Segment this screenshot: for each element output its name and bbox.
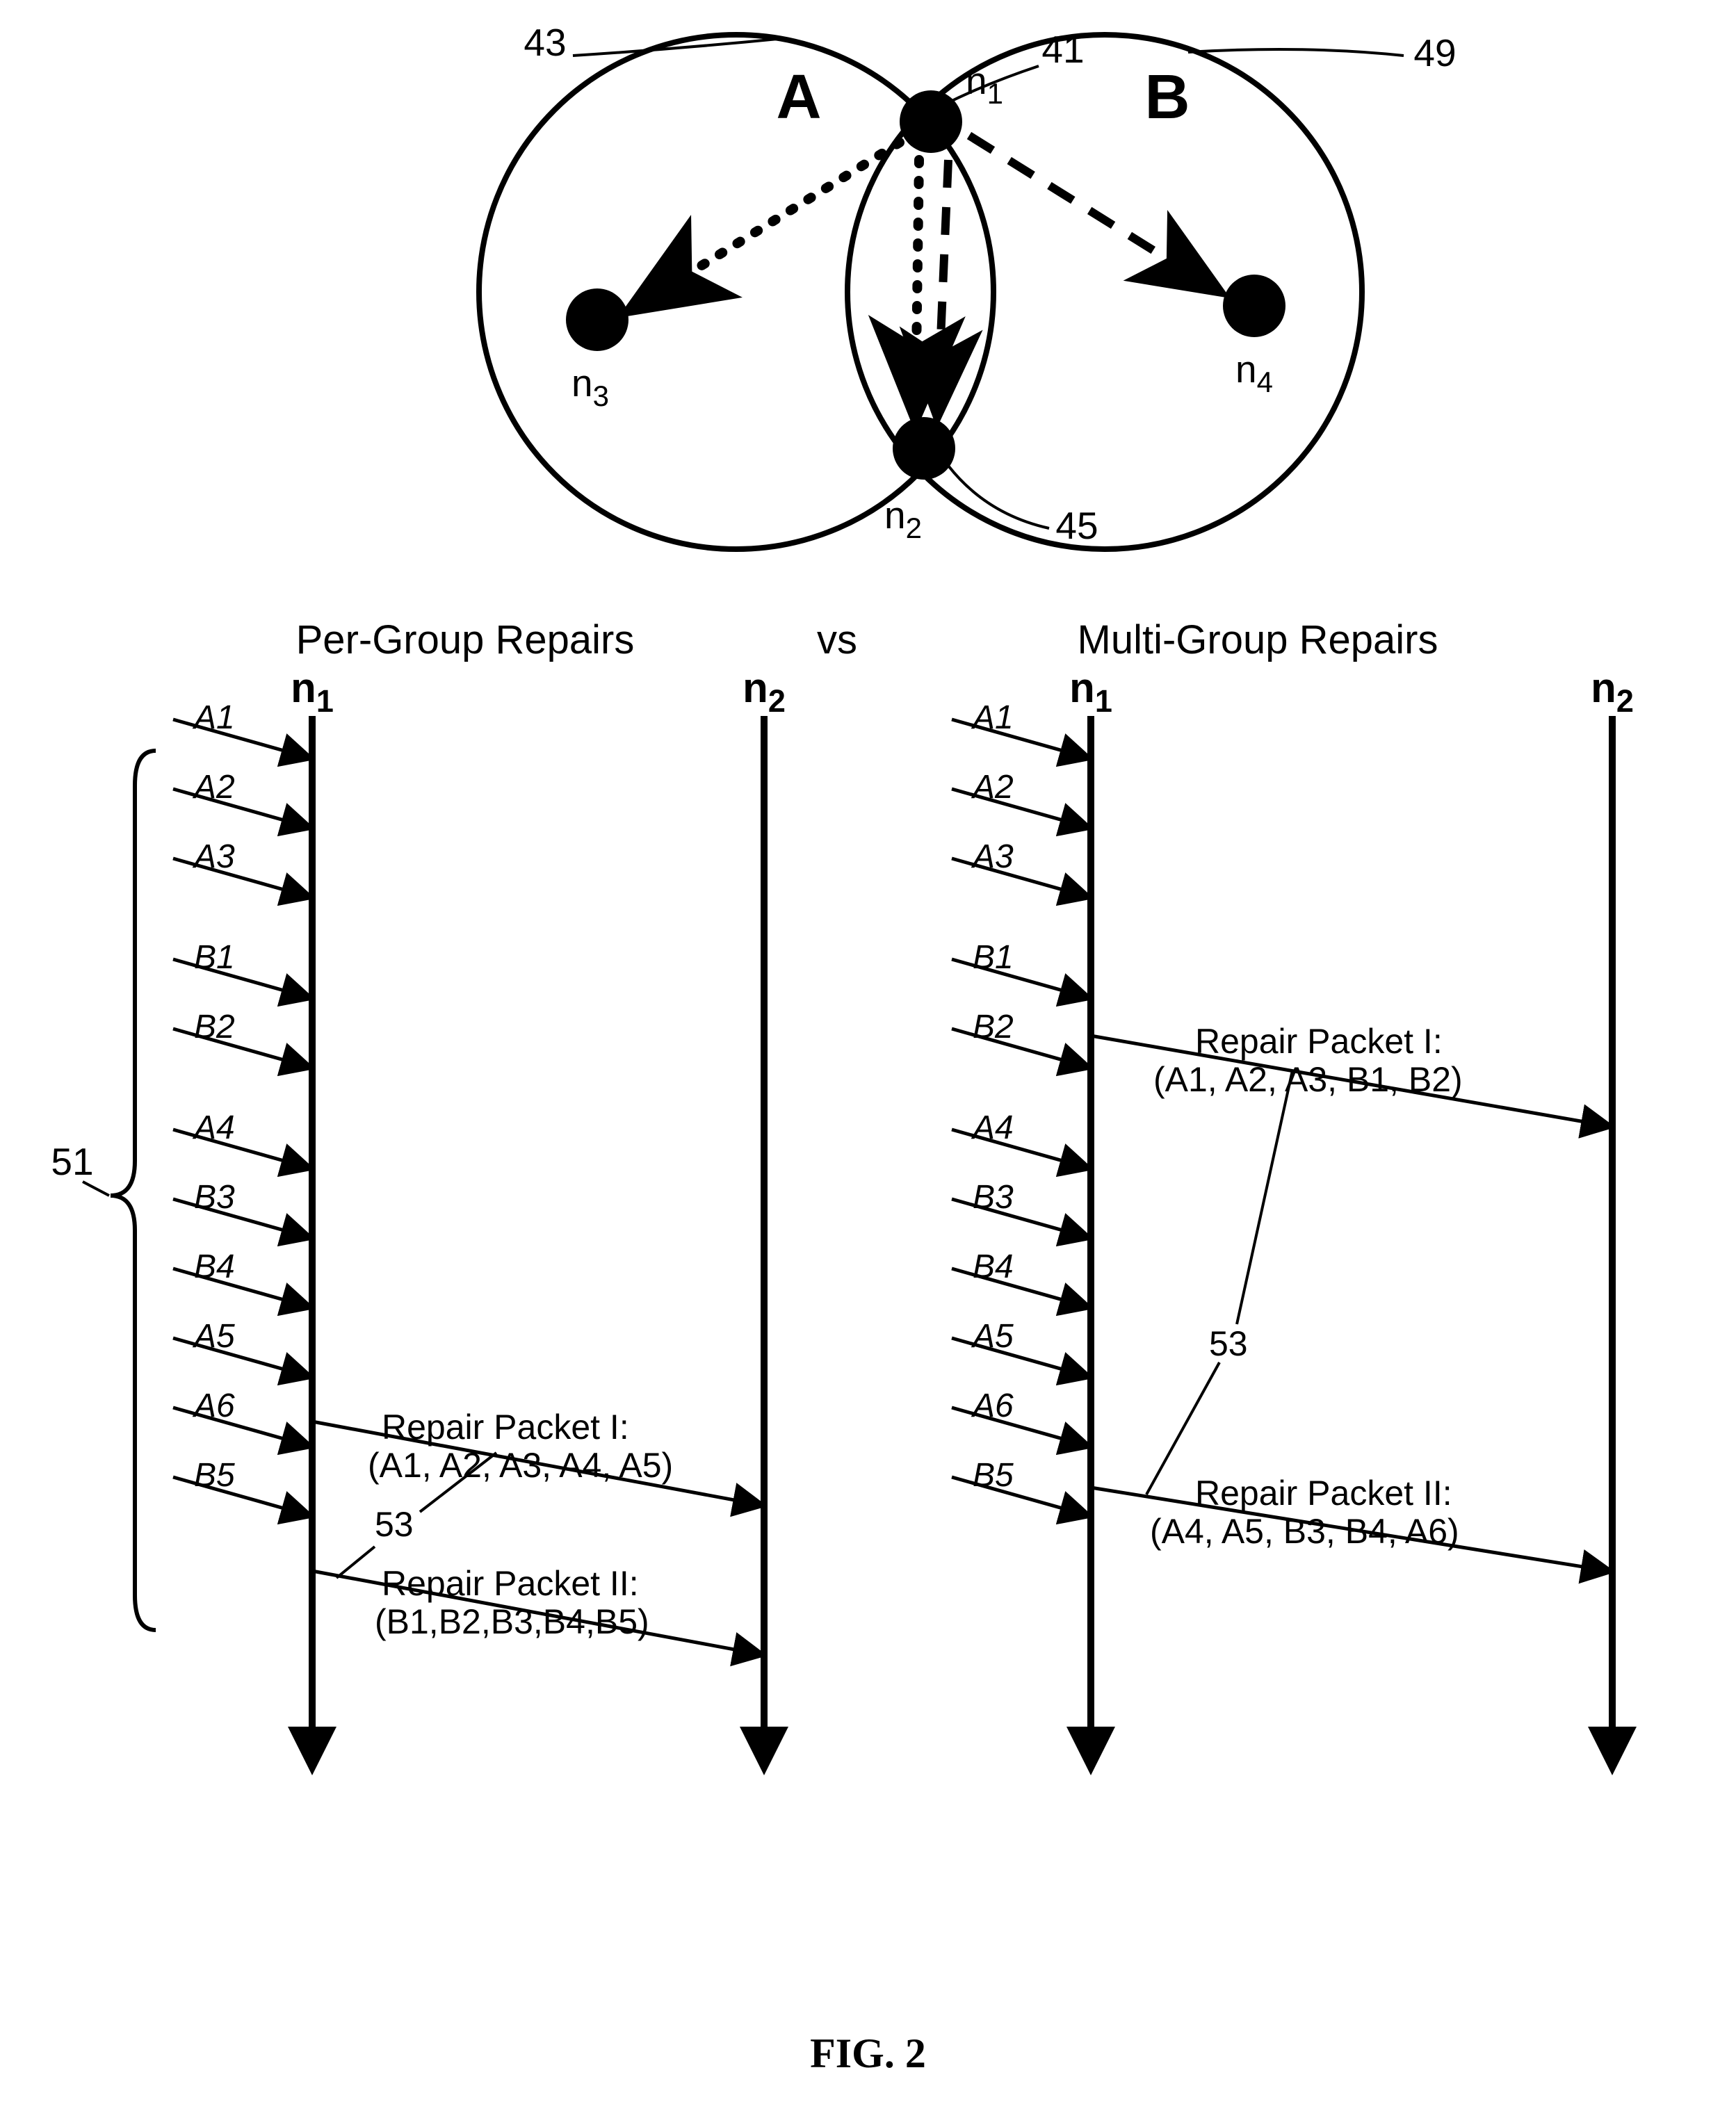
venn-label-b: B	[1144, 63, 1190, 132]
packet-arrow: A5	[952, 1318, 1087, 1376]
right-ref-53-leader1	[1237, 1070, 1292, 1324]
arrow-n1-n2-dotted	[916, 160, 919, 403]
ref-43: 43	[524, 28, 566, 64]
packet-arrow: B1	[952, 939, 1087, 997]
packet-label: B2	[194, 1009, 235, 1045]
packet-label: A6	[971, 1387, 1014, 1424]
right-ref-53: 53	[1209, 1324, 1248, 1363]
left-n1-label: n1	[291, 665, 334, 719]
packet-label: B5	[194, 1457, 235, 1494]
packet-arrow: A2	[952, 769, 1087, 827]
packet-arrow: A4	[952, 1109, 1087, 1168]
arrow-n1-n3	[642, 142, 900, 302]
packet-label: B3	[973, 1179, 1014, 1216]
packet-label: B2	[973, 1009, 1014, 1045]
packet-arrow: A2	[173, 769, 309, 827]
packet-label: A6	[192, 1387, 235, 1424]
diagram-svg: A B 43 49 41 45 n1 n2 n3 n4	[34, 28, 1703, 1905]
packet-label: A2	[971, 769, 1014, 806]
packet-arrow: A3	[952, 838, 1087, 897]
node-n3-label: n3	[571, 361, 609, 412]
packet-label: A5	[192, 1318, 235, 1355]
right-repair2-text: Repair Packet II: (A4, A5, B3, B4, A6)	[1150, 1474, 1462, 1551]
packet-arrow: B3	[952, 1179, 1087, 1237]
packet-arrow: B1	[173, 939, 309, 997]
packet-label: A4	[971, 1109, 1014, 1146]
right-timeline-group: n1 n2	[1069, 665, 1634, 1766]
packet-arrow: A6	[173, 1387, 309, 1446]
node-n2-label: n2	[884, 494, 922, 544]
packet-arrow: B4	[173, 1248, 309, 1307]
packet-label: B4	[194, 1248, 235, 1285]
packet-arrow: B5	[173, 1457, 309, 1515]
right-repairs: Repair Packet I: (A1, A2, A3, B1, B2) Re…	[1091, 1022, 1609, 1571]
arrow-n1-n4	[969, 136, 1209, 285]
packet-label: A1	[971, 699, 1014, 736]
packet-label: B1	[194, 939, 235, 976]
ref-51-brace: 51	[51, 751, 156, 1630]
packet-arrow: A4	[173, 1109, 309, 1168]
right-n2-label: n2	[1591, 665, 1634, 719]
ref-49: 49	[1413, 31, 1456, 74]
packet-label: A1	[192, 699, 235, 736]
arrow-n1-n2-dashed	[938, 160, 948, 403]
node-n1	[900, 90, 962, 153]
node-n4	[1223, 275, 1285, 337]
packet-arrow: B3	[173, 1179, 309, 1237]
ref-51: 51	[51, 1140, 93, 1183]
packet-label: B5	[973, 1457, 1014, 1494]
packet-label: B4	[973, 1248, 1014, 1285]
packet-arrow: B2	[173, 1009, 309, 1067]
packet-arrow: A6	[952, 1387, 1087, 1446]
left-n2-label: n2	[743, 665, 786, 719]
packet-label: A2	[192, 769, 235, 806]
right-n1-label: n1	[1069, 665, 1112, 719]
packet-arrow: A1	[173, 699, 309, 758]
left-ref-53: 53	[375, 1505, 414, 1544]
packet-arrow: B4	[952, 1248, 1087, 1307]
ref-51-leader	[83, 1182, 109, 1196]
ref-41: 41	[1041, 28, 1084, 71]
ref-49-leader	[1188, 49, 1404, 56]
left-ref-53-leader2	[336, 1547, 375, 1578]
right-repair1-text: Repair Packet I: (A1, A2, A3, B1, B2)	[1153, 1022, 1463, 1099]
packet-arrow: A3	[173, 838, 309, 897]
venn-diagram: A B 43 49 41 45 n1 n2 n3 n4	[479, 28, 1457, 549]
left-repair2-text: Repair Packet II: (B1,B2,B3,B4,B5)	[375, 1564, 649, 1641]
packet-label: A5	[971, 1318, 1014, 1355]
packet-label: B1	[973, 939, 1014, 976]
packet-label: A3	[192, 838, 235, 875]
node-n3	[566, 288, 628, 351]
left-repairs: Repair Packet I: (A1, A2, A3, A4, A5) Re…	[312, 1408, 761, 1654]
header-vs: vs	[817, 617, 857, 662]
packet-arrow: A5	[173, 1318, 309, 1376]
packet-arrow: A1	[952, 699, 1087, 758]
left-repair1-text: Repair Packet I: (A1, A2, A3, A4, A5)	[368, 1408, 673, 1485]
ref-45: 45	[1055, 504, 1098, 547]
header-right: Multi-Group Repairs	[1077, 617, 1438, 662]
packet-label: A4	[192, 1109, 235, 1146]
node-n4-label: n4	[1235, 348, 1273, 398]
packet-arrow: B5	[952, 1457, 1087, 1515]
figure-caption: FIG. 2	[34, 2030, 1703, 2078]
node-n2	[893, 417, 955, 480]
packet-label: B3	[194, 1179, 235, 1216]
node-n1-label: n1	[966, 59, 1003, 110]
packet-arrow: B2	[952, 1009, 1087, 1067]
packet-label: A3	[971, 838, 1014, 875]
venn-label-a: A	[776, 63, 821, 132]
header-left: Per-Group Repairs	[295, 617, 634, 662]
ref-45-leader	[948, 466, 1049, 528]
